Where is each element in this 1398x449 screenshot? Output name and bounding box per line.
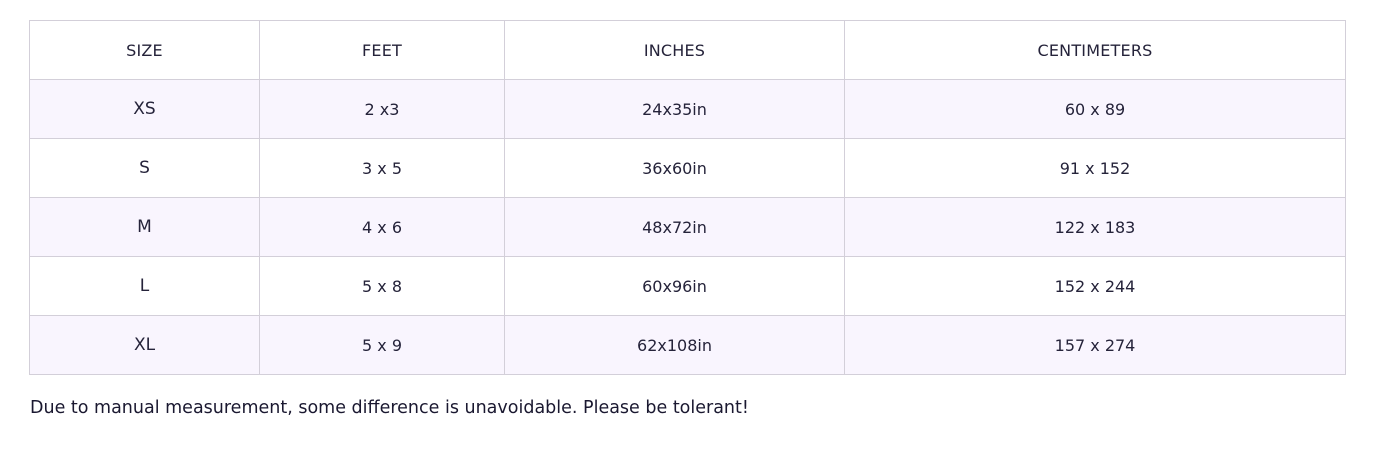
size-cell: L bbox=[29, 256, 260, 316]
centimeters-cell: 152 x 244 bbox=[844, 256, 1346, 316]
size-cell: M bbox=[29, 197, 260, 257]
header-size: SIZE bbox=[29, 20, 260, 80]
table-row: M 4 x 6 48x72in 122 x 183 bbox=[29, 197, 1346, 257]
header-feet: FEET bbox=[259, 20, 505, 80]
size-cell: XS bbox=[29, 79, 260, 139]
table-row: XS 2 x3 24x35in 60 x 89 bbox=[29, 79, 1346, 139]
inches-cell: 62x108in bbox=[504, 315, 845, 375]
size-cell: S bbox=[29, 138, 260, 198]
inches-cell: 48x72in bbox=[504, 197, 845, 257]
table-body: XS 2 x3 24x35in 60 x 89 S 3 x 5 36x60in … bbox=[29, 79, 1346, 375]
centimeters-cell: 157 x 274 bbox=[844, 315, 1346, 375]
feet-cell: 4 x 6 bbox=[259, 197, 505, 257]
centimeters-cell: 60 x 89 bbox=[844, 79, 1346, 139]
inches-cell: 36x60in bbox=[504, 138, 845, 198]
table-row: L 5 x 8 60x96in 152 x 244 bbox=[29, 256, 1346, 316]
measurement-note: Due to manual measurement, some differen… bbox=[30, 398, 749, 418]
size-chart-table: SIZE FEET INCHES CENTIMETERS XS 2 x3 24x… bbox=[29, 20, 1346, 375]
table-row: XL 5 x 9 62x108in 157 x 274 bbox=[29, 315, 1346, 375]
table-header: SIZE FEET INCHES CENTIMETERS bbox=[29, 20, 1346, 80]
feet-cell: 5 x 8 bbox=[259, 256, 505, 316]
centimeters-cell: 122 x 183 bbox=[844, 197, 1346, 257]
feet-cell: 3 x 5 bbox=[259, 138, 505, 198]
header-centimeters: CENTIMETERS bbox=[844, 20, 1346, 80]
inches-cell: 24x35in bbox=[504, 79, 845, 139]
feet-cell: 5 x 9 bbox=[259, 315, 505, 375]
inches-cell: 60x96in bbox=[504, 256, 845, 316]
size-cell: XL bbox=[29, 315, 260, 375]
header-row: SIZE FEET INCHES CENTIMETERS bbox=[29, 20, 1346, 80]
centimeters-cell: 91 x 152 bbox=[844, 138, 1346, 198]
table-row: S 3 x 5 36x60in 91 x 152 bbox=[29, 138, 1346, 198]
header-inches: INCHES bbox=[504, 20, 845, 80]
feet-cell: 2 x3 bbox=[259, 79, 505, 139]
